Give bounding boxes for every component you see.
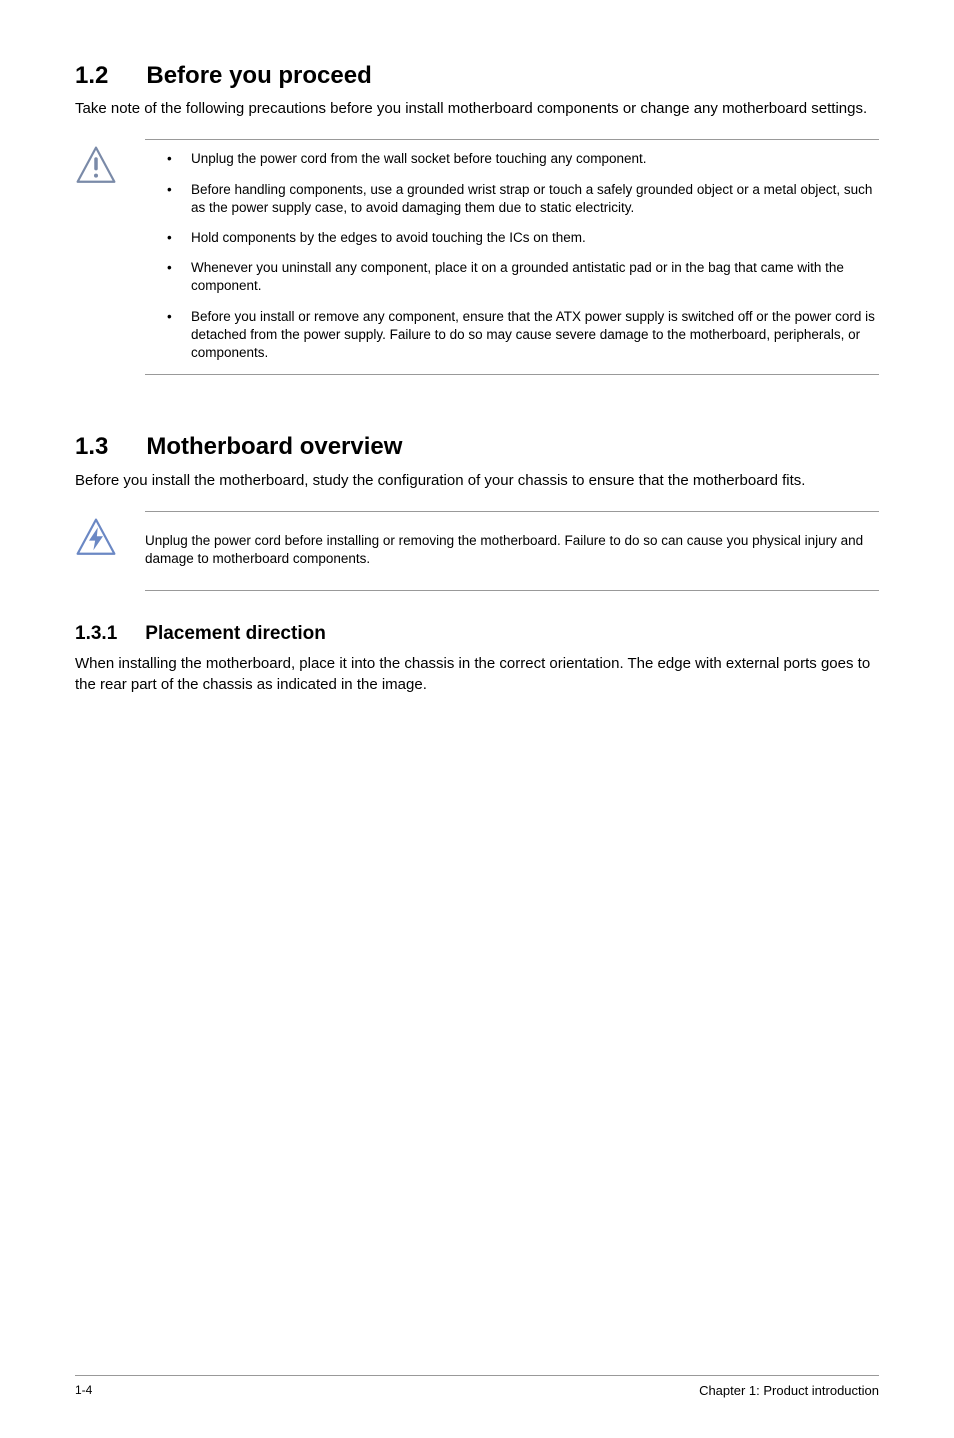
caution-item: Whenever you uninstall any component, pl… [163, 259, 879, 295]
subsection-title: Placement direction [145, 621, 326, 647]
caution-item: Before handling components, use a ground… [163, 181, 879, 217]
caution-callout: Unplug the power cord from the wall sock… [75, 139, 879, 375]
section-title: Motherboard overview [146, 431, 402, 463]
warning-body: Unplug the power cord before installing … [145, 511, 879, 591]
page-number: 1-4 [75, 1382, 92, 1400]
section-number: 1.2 [75, 60, 108, 92]
caution-body: Unplug the power cord from the wall sock… [145, 139, 879, 375]
heading-1-2: 1.2 Before you proceed [75, 60, 879, 92]
subsection-number: 1.3.1 [75, 621, 117, 647]
warning-icon [75, 517, 117, 559]
caution-item: Unplug the power cord from the wall sock… [163, 150, 879, 168]
heading-1-3-1: 1.3.1 Placement direction [75, 621, 879, 647]
section-number: 1.3 [75, 431, 108, 463]
chapter-label: Chapter 1: Product introduction [699, 1382, 879, 1400]
caution-icon [75, 145, 117, 187]
caution-item: Before you install or remove any compone… [163, 308, 879, 363]
warning-callout: Unplug the power cord before installing … [75, 511, 879, 591]
section-title: Before you proceed [146, 60, 371, 92]
caution-item: Hold components by the edges to avoid to… [163, 229, 879, 247]
intro-text-1-3-1: When installing the motherboard, place i… [75, 653, 879, 695]
intro-text-1-2: Take note of the following precautions b… [75, 98, 879, 119]
intro-text-1-3: Before you install the motherboard, stud… [75, 470, 879, 491]
warning-text: Unplug the power cord before installing … [145, 522, 879, 578]
heading-1-3: 1.3 Motherboard overview [75, 431, 879, 463]
page-footer: 1-4 Chapter 1: Product introduction [75, 1375, 879, 1400]
caution-list: Unplug the power cord from the wall sock… [145, 150, 879, 362]
